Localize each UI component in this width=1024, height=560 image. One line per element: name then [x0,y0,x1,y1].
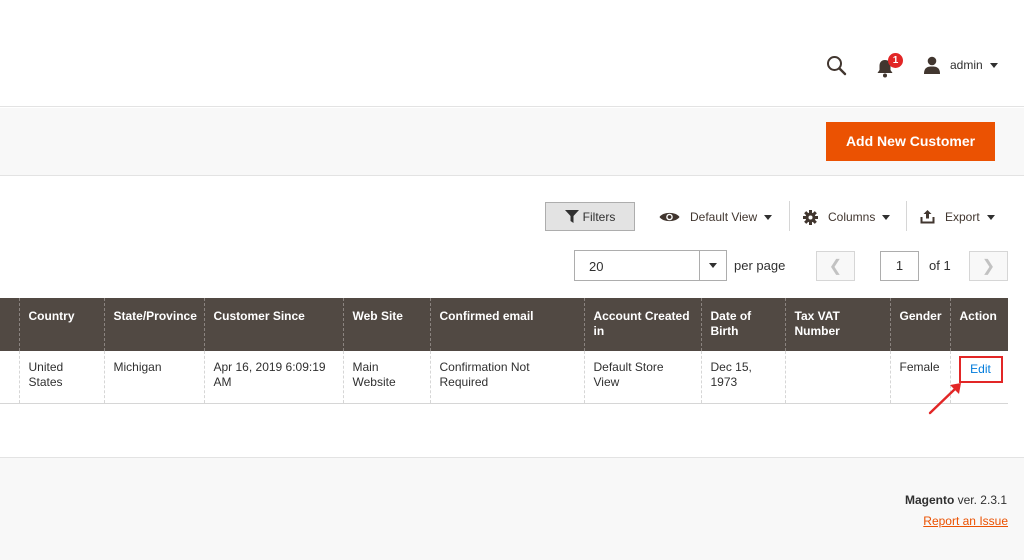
notification-count-badge: 1 [888,53,903,68]
column-header-gender[interactable]: Gender [889,298,950,351]
cell-website: Main Website [342,351,430,404]
annotation-arrow-icon [928,383,961,415]
search-icon[interactable] [826,55,848,77]
toolbar-divider [789,201,790,231]
filter-icon [564,210,579,223]
page-header: 1 admin [0,0,1024,107]
report-issue-link[interactable]: Report an Issue [923,514,1008,528]
total-pages-label: of 1 [929,258,951,273]
column-header-website[interactable]: Web Site [342,298,430,351]
brand-name: Magento [904,493,955,507]
cell-state: Michigan [103,351,204,404]
column-header-tax-vat[interactable]: Tax VAT Number [784,298,890,351]
chevron-down-icon[interactable] [699,251,726,280]
default-view-dropdown[interactable]: Default View [659,207,773,227]
columns-dropdown[interactable]: Columns [803,207,891,227]
export-label: Export [945,210,980,224]
notifications-button[interactable]: 1 [875,53,903,80]
page-number-input[interactable]: 1 [880,251,919,281]
toolbar-divider [906,201,907,231]
admin-user-menu[interactable]: admin [923,55,998,75]
cell-confirmed-email: Confirmation Not Required [429,351,584,404]
user-icon [924,56,940,74]
next-page-button[interactable]: ❯ [969,251,1008,281]
chevron-down-icon [882,214,891,220]
table-row[interactable]: United States Michigan Apr 16, 2019 6:09… [0,351,1008,404]
grid-header-row: Country State/Province Customer Since We… [0,298,1008,351]
add-new-customer-button[interactable]: Add New Customer [826,122,995,161]
filters-button[interactable]: Filters [545,202,635,231]
eye-icon [659,211,680,223]
cell-customer-since: Apr 16, 2019 6:09:19 AM [203,351,343,404]
gear-icon [803,209,818,225]
customers-grid: Country State/Province Customer Since We… [0,298,1008,404]
column-header-account-created-in[interactable]: Account Created in [583,298,701,351]
chevron-down-icon [989,62,998,68]
column-header[interactable] [0,298,19,351]
customers-grid-page: 1 admin Add New Customer Filters Default… [0,0,1024,560]
chevron-right-icon: ❯ [981,258,996,275]
column-header-country[interactable]: Country [18,298,104,351]
cell-tax-vat [784,351,890,404]
column-header-confirmed-email[interactable]: Confirmed email [429,298,584,351]
chevron-left-icon: ❮ [828,258,843,275]
per-page-select[interactable]: 20 [574,250,727,281]
columns-label: Columns [828,210,876,224]
cell-date-of-birth: Dec 15, 1973 [700,351,785,404]
chevron-down-icon [764,214,773,220]
edit-link[interactable]: Edit [958,356,1003,383]
export-icon [920,210,935,224]
row-cell [0,351,19,404]
page-actions-bar: Add New Customer [0,108,1024,176]
column-header-action: Action [949,298,1008,351]
column-header-state[interactable]: State/Province [103,298,204,351]
chevron-down-icon [986,214,995,220]
default-view-label: Default View [690,210,758,224]
admin-username: admin [950,58,983,72]
export-dropdown[interactable]: Export [920,207,995,227]
magento-version: Magento ver. 2.3.1 [905,493,1007,507]
version-label: ver. 2.3.1 [954,493,1007,507]
column-header-customer-since[interactable]: Customer Since [203,298,343,351]
previous-page-button[interactable]: ❮ [816,251,855,281]
page-footer: Magento ver. 2.3.1 Report an Issue [0,457,1024,560]
column-header-date-of-birth[interactable]: Date of Birth [700,298,785,351]
cell-country: United States [18,351,104,404]
cell-account-created-in: Default Store View [583,351,701,404]
filters-label: Filters [582,209,616,224]
per-page-label: per page [734,258,786,273]
per-page-value: 20 [589,259,604,274]
